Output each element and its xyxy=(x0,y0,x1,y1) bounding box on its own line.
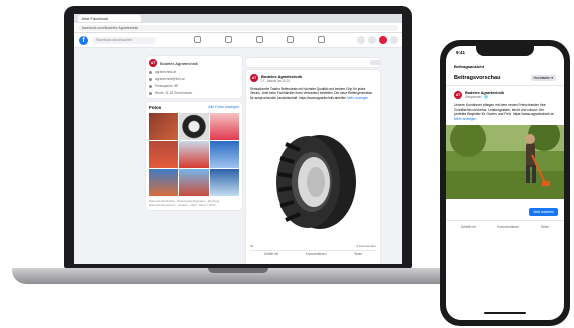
facebook-logo-icon[interactable]: f xyxy=(79,35,88,45)
phone-share-button[interactable]: Teilen xyxy=(541,225,550,229)
comment-button[interactable]: Kommentieren xyxy=(306,252,327,256)
phone-post-actions: Gefällt mir Kommentieren Teilen xyxy=(446,220,564,233)
info-website[interactable]: agrartechnik.at xyxy=(149,70,239,74)
intro-card: AT Bodelex Agrartechnik agrartechnik.at … xyxy=(146,56,242,98)
trimmer-photo[interactable] xyxy=(446,119,564,200)
reaction-count[interactable]: 52 xyxy=(250,244,253,248)
phone-screen: 9:41 Beitragsansicht Beitragsvorschau Ho… xyxy=(446,46,564,320)
see-more-link[interactable]: Mehr anzeigen xyxy=(347,96,368,100)
photos-card: Fotos Alle Fotos anzeigen Datenschutzric… xyxy=(146,102,242,210)
comment-count[interactable]: 3 Kommentare xyxy=(356,244,376,248)
photo-thumb[interactable] xyxy=(179,141,209,168)
nav-icons xyxy=(194,36,325,43)
globe-icon xyxy=(149,70,152,74)
photo-thumb[interactable] xyxy=(149,141,179,168)
photo-thumb[interactable] xyxy=(149,113,179,140)
photo-thumb[interactable] xyxy=(179,169,209,196)
info-hours: Heute: 11:18 Geschlossen xyxy=(149,91,239,95)
post-link[interactable]: https://www.agrartechnik.at/reifen xyxy=(299,96,346,100)
menu-icon[interactable] xyxy=(357,36,365,44)
home-indicator xyxy=(484,312,526,314)
phone-post-text: Unsere Kundinnen pflegen mit dem neuen F… xyxy=(454,103,554,121)
video-icon[interactable] xyxy=(225,36,232,43)
post-author-avatar[interactable]: AT xyxy=(250,74,258,82)
address-field[interactable]: facebook.com/Bodelex.Agrartechnik xyxy=(78,24,398,31)
all-photos-link[interactable]: Alle Fotos anzeigen xyxy=(208,105,239,110)
preview-header: Beitragsvorschau Hochladen ▾ xyxy=(446,71,564,86)
phone-like-button[interactable]: Gefällt mir xyxy=(461,225,476,229)
browser-tab[interactable]: Jetzt Facebook xyxy=(78,15,141,22)
page-logo[interactable]: AT xyxy=(149,59,157,67)
reaction-summary: 52 3 Kommentare xyxy=(250,244,376,251)
smartphone: 9:41 Beitragsansicht Beitragsvorschau Ho… xyxy=(440,40,570,326)
like-button[interactable]: Gefällt mir xyxy=(264,252,279,256)
page-left-column: AT Bodelex Agrartechnik agrartechnik.at … xyxy=(146,56,242,214)
phone-post-link[interactable]: https://www.agrartechnik.at xyxy=(513,112,554,116)
post-text: Sensationelle Traktor Reifendeals mit hö… xyxy=(250,87,373,100)
messenger-icon[interactable] xyxy=(368,36,376,44)
tire-image[interactable] xyxy=(256,132,370,232)
photo-thumb[interactable] xyxy=(179,113,209,140)
post-actions: Gefällt mir Kommentieren Teilen xyxy=(250,252,376,256)
page-header: AT Bodelex Agrartechnik xyxy=(149,59,239,67)
photos-title: Fotos xyxy=(149,105,162,110)
phone-notch xyxy=(476,46,534,56)
marketplace-icon[interactable] xyxy=(256,36,263,43)
gaming-icon[interactable] xyxy=(318,36,325,43)
photos-header: Fotos Alle Fotos anzeigen xyxy=(149,105,239,110)
clock-icon xyxy=(149,91,152,95)
phone-post-avatar[interactable]: AT xyxy=(454,91,462,99)
photo-thumb[interactable] xyxy=(209,169,239,196)
browser-tabbar: Jetzt Facebook xyxy=(74,14,402,23)
info-price: Preisspanne: €€ xyxy=(149,84,239,88)
account-buttons xyxy=(357,36,398,44)
page-name[interactable]: Bodelex Agrartechnik xyxy=(160,61,198,66)
post-header: AT Bodelex Agrartechnik 17. Januar um 10… xyxy=(246,70,380,87)
laptop-screen: Jetzt Facebook facebook.com/Bodelex.Agra… xyxy=(74,14,402,264)
search-input[interactable]: Facebook durchsuchen xyxy=(92,36,156,44)
feed-post: AT Bodelex Agrartechnik 17. Januar um 10… xyxy=(246,70,380,264)
post-time[interactable]: 17. Januar um 10:21 xyxy=(261,79,302,83)
photos-grid xyxy=(149,113,239,196)
share-button[interactable]: Teilen xyxy=(354,252,362,256)
home-icon[interactable] xyxy=(194,36,201,43)
facebook-navbar: f Facebook durchsuchen xyxy=(74,33,402,48)
page-action-bar xyxy=(246,58,380,67)
avatar[interactable] xyxy=(390,36,398,44)
footer-links: Datenschutzrichtlinie · Nutzungsbedingun… xyxy=(149,199,221,207)
browser-urlbar: facebook.com/Bodelex.Agrartechnik xyxy=(74,23,402,33)
laptop-lid: Jetzt Facebook facebook.com/Bodelex.Agra… xyxy=(64,6,412,268)
price-icon xyxy=(149,84,152,88)
upload-button[interactable]: Hochladen ▾ xyxy=(530,75,556,81)
photo-thumb[interactable] xyxy=(209,141,239,168)
laptop-notch xyxy=(208,268,268,273)
phone-see-more[interactable]: Mehr anzeigen xyxy=(454,117,476,121)
groups-icon[interactable] xyxy=(287,36,294,43)
phone-post-header: AT Bodelex Agrartechnik Gesponsert · 🌐 xyxy=(446,86,564,101)
preview-title: Beitragsvorschau xyxy=(454,75,501,81)
phone-post-meta: Gesponsert · 🌐 xyxy=(465,95,489,99)
photo-thumb[interactable] xyxy=(149,169,179,196)
notifications-icon[interactable] xyxy=(379,36,387,44)
mail-icon xyxy=(149,77,152,81)
phone-cta-row: Jetzt ansehen xyxy=(446,204,564,220)
photo-thumb[interactable] xyxy=(209,113,239,140)
laptop: Jetzt Facebook facebook.com/Bodelex.Agra… xyxy=(12,0,464,300)
phone-menu-label[interactable]: Beitragsansicht xyxy=(446,58,564,71)
info-email[interactable]: agrartechnik@info.at xyxy=(149,77,239,81)
phone-comment-button[interactable]: Kommentieren xyxy=(497,225,519,229)
more-button[interactable] xyxy=(370,60,380,65)
cta-button[interactable]: Jetzt ansehen xyxy=(528,208,558,217)
laptop-base xyxy=(12,268,464,284)
